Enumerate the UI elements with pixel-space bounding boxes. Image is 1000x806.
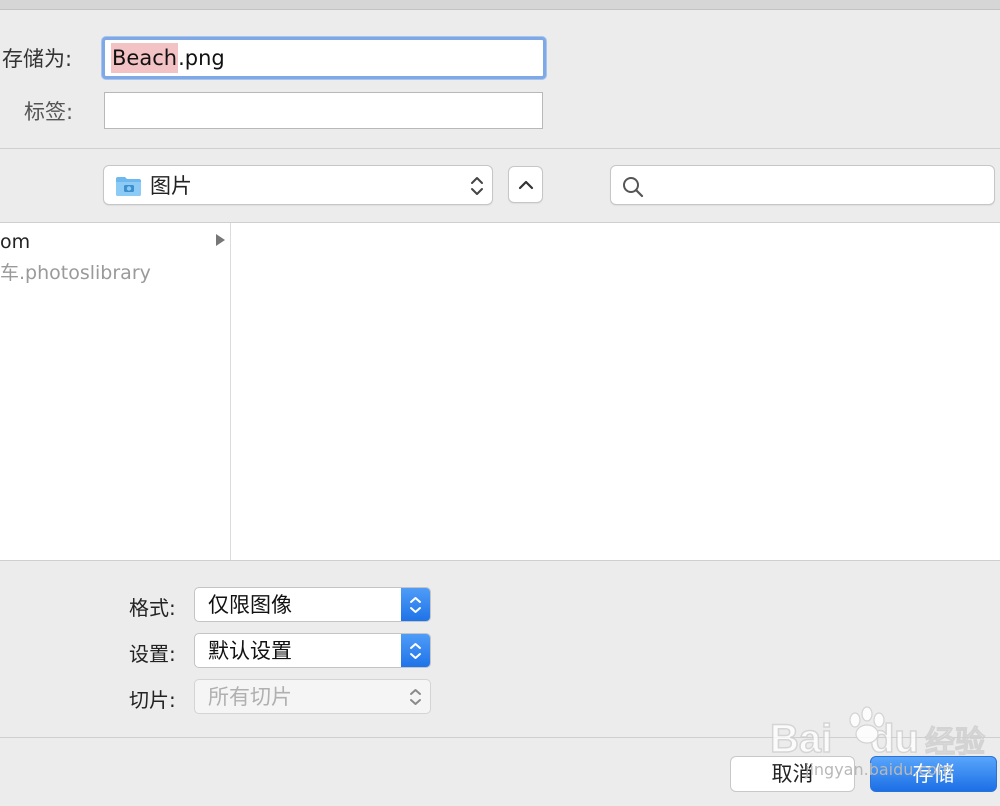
browser-item-photoslibrary[interactable]: 车.photoslibrary: [0, 261, 151, 285]
disclosure-triangle-icon: [216, 234, 225, 246]
slices-stepper: [401, 680, 430, 713]
tags-label: 标签:: [24, 100, 74, 124]
slices-select: 所有切片: [194, 679, 431, 714]
location-popup[interactable]: 图片: [103, 165, 493, 205]
settings-value: 默认设置: [208, 639, 292, 663]
footer-divider: [0, 737, 1000, 738]
filename-extension: .png: [178, 46, 225, 70]
tags-input[interactable]: [104, 92, 543, 129]
svg-text:经验: 经验: [925, 725, 985, 760]
slices-label: 切片:: [129, 688, 176, 712]
format-label: 格式:: [129, 596, 176, 620]
settings-label: 设置:: [129, 642, 176, 666]
browser-item[interactable]: om: [0, 230, 30, 254]
location-label: 图片: [150, 174, 192, 198]
cancel-button[interactable]: 取消: [730, 756, 855, 792]
chevron-up-icon: [518, 180, 534, 190]
filename-selection: Beach: [111, 43, 179, 73]
save-dialog: 存储为: Beach.png 标签: 图片 om 车.photoslibrary…: [0, 0, 1000, 806]
chevron-updown-icon: [410, 597, 421, 613]
svg-text:Bai: Bai: [770, 717, 832, 761]
chevron-updown-icon: [410, 689, 421, 705]
form-divider: [0, 148, 1000, 149]
file-browser[interactable]: om 车.photoslibrary: [0, 222, 1000, 561]
format-stepper: [401, 588, 430, 621]
chevron-updown-icon: [410, 643, 421, 659]
svg-text:du: du: [870, 717, 919, 761]
format-select[interactable]: 仅限图像: [194, 587, 431, 622]
slices-value: 所有切片: [208, 685, 292, 709]
save-button[interactable]: 存储: [870, 756, 997, 792]
search-input[interactable]: [610, 165, 995, 205]
pictures-folder-icon: [116, 177, 141, 196]
sheet-top-edge: [0, 0, 1000, 10]
settings-stepper: [401, 634, 430, 667]
expand-collapse-button[interactable]: [508, 166, 543, 203]
format-value: 仅限图像: [208, 593, 292, 617]
browser-column[interactable]: om 车.photoslibrary: [0, 223, 231, 560]
settings-select[interactable]: 默认设置: [194, 633, 431, 668]
filename-input[interactable]: Beach.png: [102, 37, 546, 79]
save-as-label: 存储为:: [2, 47, 73, 71]
search-icon: [623, 177, 644, 198]
chevron-updown-icon: [471, 177, 483, 195]
